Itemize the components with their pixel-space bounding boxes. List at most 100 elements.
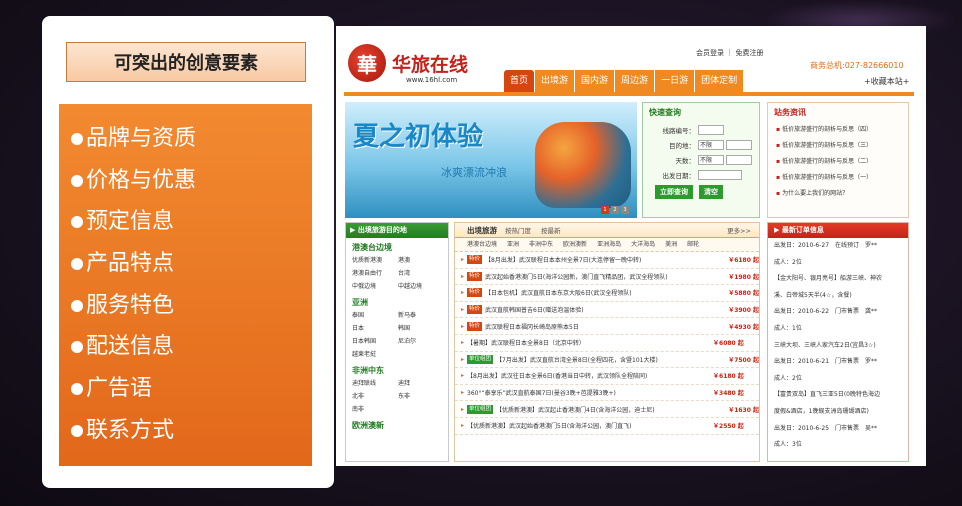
- tour-row[interactable]: ▸ 【8月出发】武汉往日本全景6日(香港当日中转，武汉领队全程陪同) ￥6180 起: [455, 368, 759, 385]
- dest-link[interactable]: 港澳: [398, 254, 444, 267]
- tour-title[interactable]: 【暑期】武汉联程日本全景8日（北京中转）: [467, 338, 711, 347]
- route-input[interactable]: [698, 124, 724, 135]
- nav-tab-group[interactable]: 团体定制: [695, 70, 744, 92]
- arrow-icon: ▸: [461, 272, 465, 280]
- dest-group[interactable]: 亚洲: [346, 293, 448, 309]
- category-link[interactable]: 非洲中东: [529, 238, 553, 251]
- news-item[interactable]: ▪ 低价旅游盛行的剖析与反思（二）: [768, 154, 908, 170]
- dest-group[interactable]: 非洲中东: [346, 361, 448, 377]
- tour-title[interactable]: 武汉联程日本福冈长崎岛原熊本5日: [485, 322, 726, 331]
- dest-link[interactable]: 泰国: [352, 309, 398, 322]
- tour-row[interactable]: ▸ 特价 武汉联程日本福冈长崎岛原熊本5日 ￥4930 起: [455, 318, 759, 335]
- destinations-title: ▶ 出境旅游目的地: [346, 223, 448, 238]
- tour-row[interactable]: ▸ 特价 武汉起始香港澳门5日(海洋公园新，澳门直飞精品团，武汉全程领队) ￥1980…: [455, 269, 759, 286]
- list-item: 价格与优惠: [71, 160, 312, 202]
- nav-tab-day-trip[interactable]: 一日游: [655, 70, 695, 92]
- dest-group[interactable]: 港澳台边境: [346, 238, 448, 254]
- dest-select[interactable]: 不限: [698, 139, 724, 150]
- tour-title[interactable]: 【7月出发】武汉直航台湾全景8日(全程四花，含暨101大楼): [496, 355, 726, 364]
- dest-link[interactable]: 中俄边境: [352, 280, 398, 293]
- category-link[interactable]: 美洲: [665, 238, 677, 251]
- logo-icon[interactable]: 華: [348, 44, 386, 82]
- dest-link[interactable]: 北非: [352, 390, 398, 403]
- search-button[interactable]: 立即查询: [655, 185, 693, 199]
- promo-banner[interactable]: 夏之初体验 冰爽漂流冲浪 1 2 3: [345, 102, 637, 218]
- tour-title[interactable]: 【日本包机】武汉直航日本东京大阪6日(武汉全程领队): [485, 288, 726, 297]
- news-item[interactable]: ▪ 为什么要上我们的网站？: [768, 186, 908, 202]
- dest-link[interactable]: 南非: [352, 403, 398, 416]
- tour-row[interactable]: ▸ 【优质新港澳】武汉起始香港澳门5日(含海洋公园，澳门直飞) ￥2550 起: [455, 418, 759, 435]
- tour-title[interactable]: 【8月出发】武汉往日本全景6日(香港当日中转，武汉领队全程陪同): [467, 371, 711, 380]
- tour-title[interactable]: 【优质新港澳】武汉起止香港澳门4日(含海洋公园，迪士尼): [496, 405, 726, 414]
- tour-tag: 特价: [467, 255, 483, 265]
- dest-link[interactable]: 越柬老挝: [352, 348, 398, 361]
- tour-price: ￥7500 起: [728, 356, 759, 364]
- days-select[interactable]: 不限: [698, 154, 724, 165]
- category-link[interactable]: 亚洲: [507, 238, 519, 251]
- days-input[interactable]: [726, 154, 752, 165]
- tour-price: ￥1980 起: [728, 273, 759, 281]
- dest-link[interactable]: 迪拜联线: [352, 377, 398, 390]
- order-line: 出发日：2010-6-25 门市售票 吴**: [774, 424, 878, 432]
- dest-link[interactable]: 台湾: [398, 267, 444, 280]
- tour-title[interactable]: 【8月出发】武汉联程日本本州全景7日(大连停留一晚中转): [485, 255, 726, 264]
- days-label: 天数：: [675, 156, 696, 165]
- news-item[interactable]: ▪ 低价旅游盛行的剖析与反思（一）: [768, 170, 908, 186]
- date-input[interactable]: [698, 169, 742, 180]
- dest-link[interactable]: 迪拜: [398, 377, 444, 390]
- more-link[interactable]: 更多>>: [727, 225, 759, 235]
- category-link[interactable]: 港澳台边境: [467, 238, 497, 251]
- nav-tab-domestic[interactable]: 国内游: [575, 70, 615, 92]
- dest-link[interactable]: 中越边境: [398, 280, 444, 293]
- banner-pager: 1 2 3: [601, 206, 629, 214]
- tour-row[interactable]: ▸ 单位组团 【7月出发】武汉直航台湾全景8日(全程四花，含暨101大楼) ￥7500…: [455, 352, 759, 369]
- dest-link[interactable]: 东非: [398, 390, 444, 403]
- category-link[interactable]: 大洋海岛: [631, 238, 655, 251]
- dest-link[interactable]: 日本: [352, 322, 398, 335]
- arrow-icon: ▸: [461, 355, 465, 363]
- category-link[interactable]: 欧洲澳新: [563, 238, 587, 251]
- news-title: 站务资讯: [774, 108, 806, 117]
- banner-page-button[interactable]: 2: [611, 206, 619, 214]
- clear-button[interactable]: 清空: [699, 185, 723, 199]
- tour-title[interactable]: 【优质新港澳】武汉起始香港澳门5日(含海洋公园，澳门直飞): [467, 421, 711, 430]
- tour-title[interactable]: 武汉起始香港澳门5日(海洋公园新，澳门直飞精品团，武汉全程领队): [485, 272, 726, 281]
- tab-popular[interactable]: 按热门度: [505, 225, 541, 235]
- tour-row[interactable]: ▸ 特价 【日本包机】武汉直航日本东京大阪6日(武汉全程领队) ￥5880 起: [455, 285, 759, 302]
- tour-title[interactable]: 武汉直航韩国普吉6日(赠送泡温体验): [485, 305, 726, 314]
- bullet-icon: [71, 258, 83, 271]
- dest-link[interactable]: 日本韩国: [352, 335, 398, 348]
- logo-name[interactable]: 华旅在线: [392, 50, 468, 77]
- category-link[interactable]: 亚洲海岛: [597, 238, 621, 251]
- tab-newest[interactable]: 按最新: [541, 225, 571, 235]
- tour-row[interactable]: ▸ 360°“泰享乐”武汉直航泰国7日(曼谷3晚+芭提雅3晚+) ￥3480 起: [455, 385, 759, 402]
- logo-url: www.16hl.com: [406, 76, 458, 84]
- favorite-link[interactable]: +收藏本站+: [864, 76, 909, 87]
- nav-tab-outbound[interactable]: 出境游: [535, 70, 575, 92]
- nav-tab-nearby[interactable]: 周边游: [615, 70, 655, 92]
- banner-page-button[interactable]: 1: [601, 206, 609, 214]
- tour-tag: 特价: [467, 288, 483, 298]
- nav-tab-home[interactable]: 首页: [504, 70, 535, 92]
- tour-row[interactable]: ▸ 特价 武汉直航韩国普吉6日(赠送泡温体验) ￥3900 起: [455, 302, 759, 319]
- news-item[interactable]: ▪ 低价旅游盛行的剖析与反思（四）: [768, 122, 908, 138]
- dest-input[interactable]: [726, 139, 752, 150]
- dest-link[interactable]: 优质新港澳: [352, 254, 398, 267]
- tour-row[interactable]: ▸ 【暑期】武汉联程日本全景8日（北京中转） ￥6080 起: [455, 335, 759, 352]
- tour-price: ￥2550 起: [713, 423, 744, 431]
- tours-panel: 出境旅游 按热门度 按最新 更多>> 港澳台边境 亚洲 非洲中东 欧洲澳新 亚洲…: [454, 222, 760, 462]
- dest-link[interactable]: 港澳自由行: [352, 267, 398, 280]
- dest-link[interactable]: 韩国: [398, 322, 444, 335]
- order-line: 溪、白帝城5天半(4☆，含餐): [774, 291, 852, 299]
- dest-link[interactable]: 新马泰: [398, 309, 444, 322]
- tour-row[interactable]: ▸ 单位组团 【优质新港澳】武汉起止香港澳门4日(含海洋公园，迪士尼) ￥1630 起: [455, 401, 759, 418]
- tour-row[interactable]: ▸ 特价 【8月出发】武汉联程日本本州全景7日(大连停留一晚中转) ￥6180 起: [455, 252, 759, 269]
- news-item[interactable]: ▪ 低价旅游盛行的剖析与反思（三）: [768, 138, 908, 154]
- tour-price: ￥6080 起: [713, 340, 744, 348]
- dest-link[interactable]: 尼泊尔: [398, 335, 444, 348]
- banner-page-button[interactable]: 3: [621, 206, 629, 214]
- member-links[interactable]: 会员登录 ｜ 免费注册: [696, 48, 763, 58]
- tour-title[interactable]: 360°“泰享乐”武汉直航泰国7日(曼谷3晚+芭提雅3晚+): [467, 388, 711, 397]
- dest-group[interactable]: 欧洲澳新: [346, 416, 448, 432]
- category-link[interactable]: 邮轮: [687, 238, 699, 251]
